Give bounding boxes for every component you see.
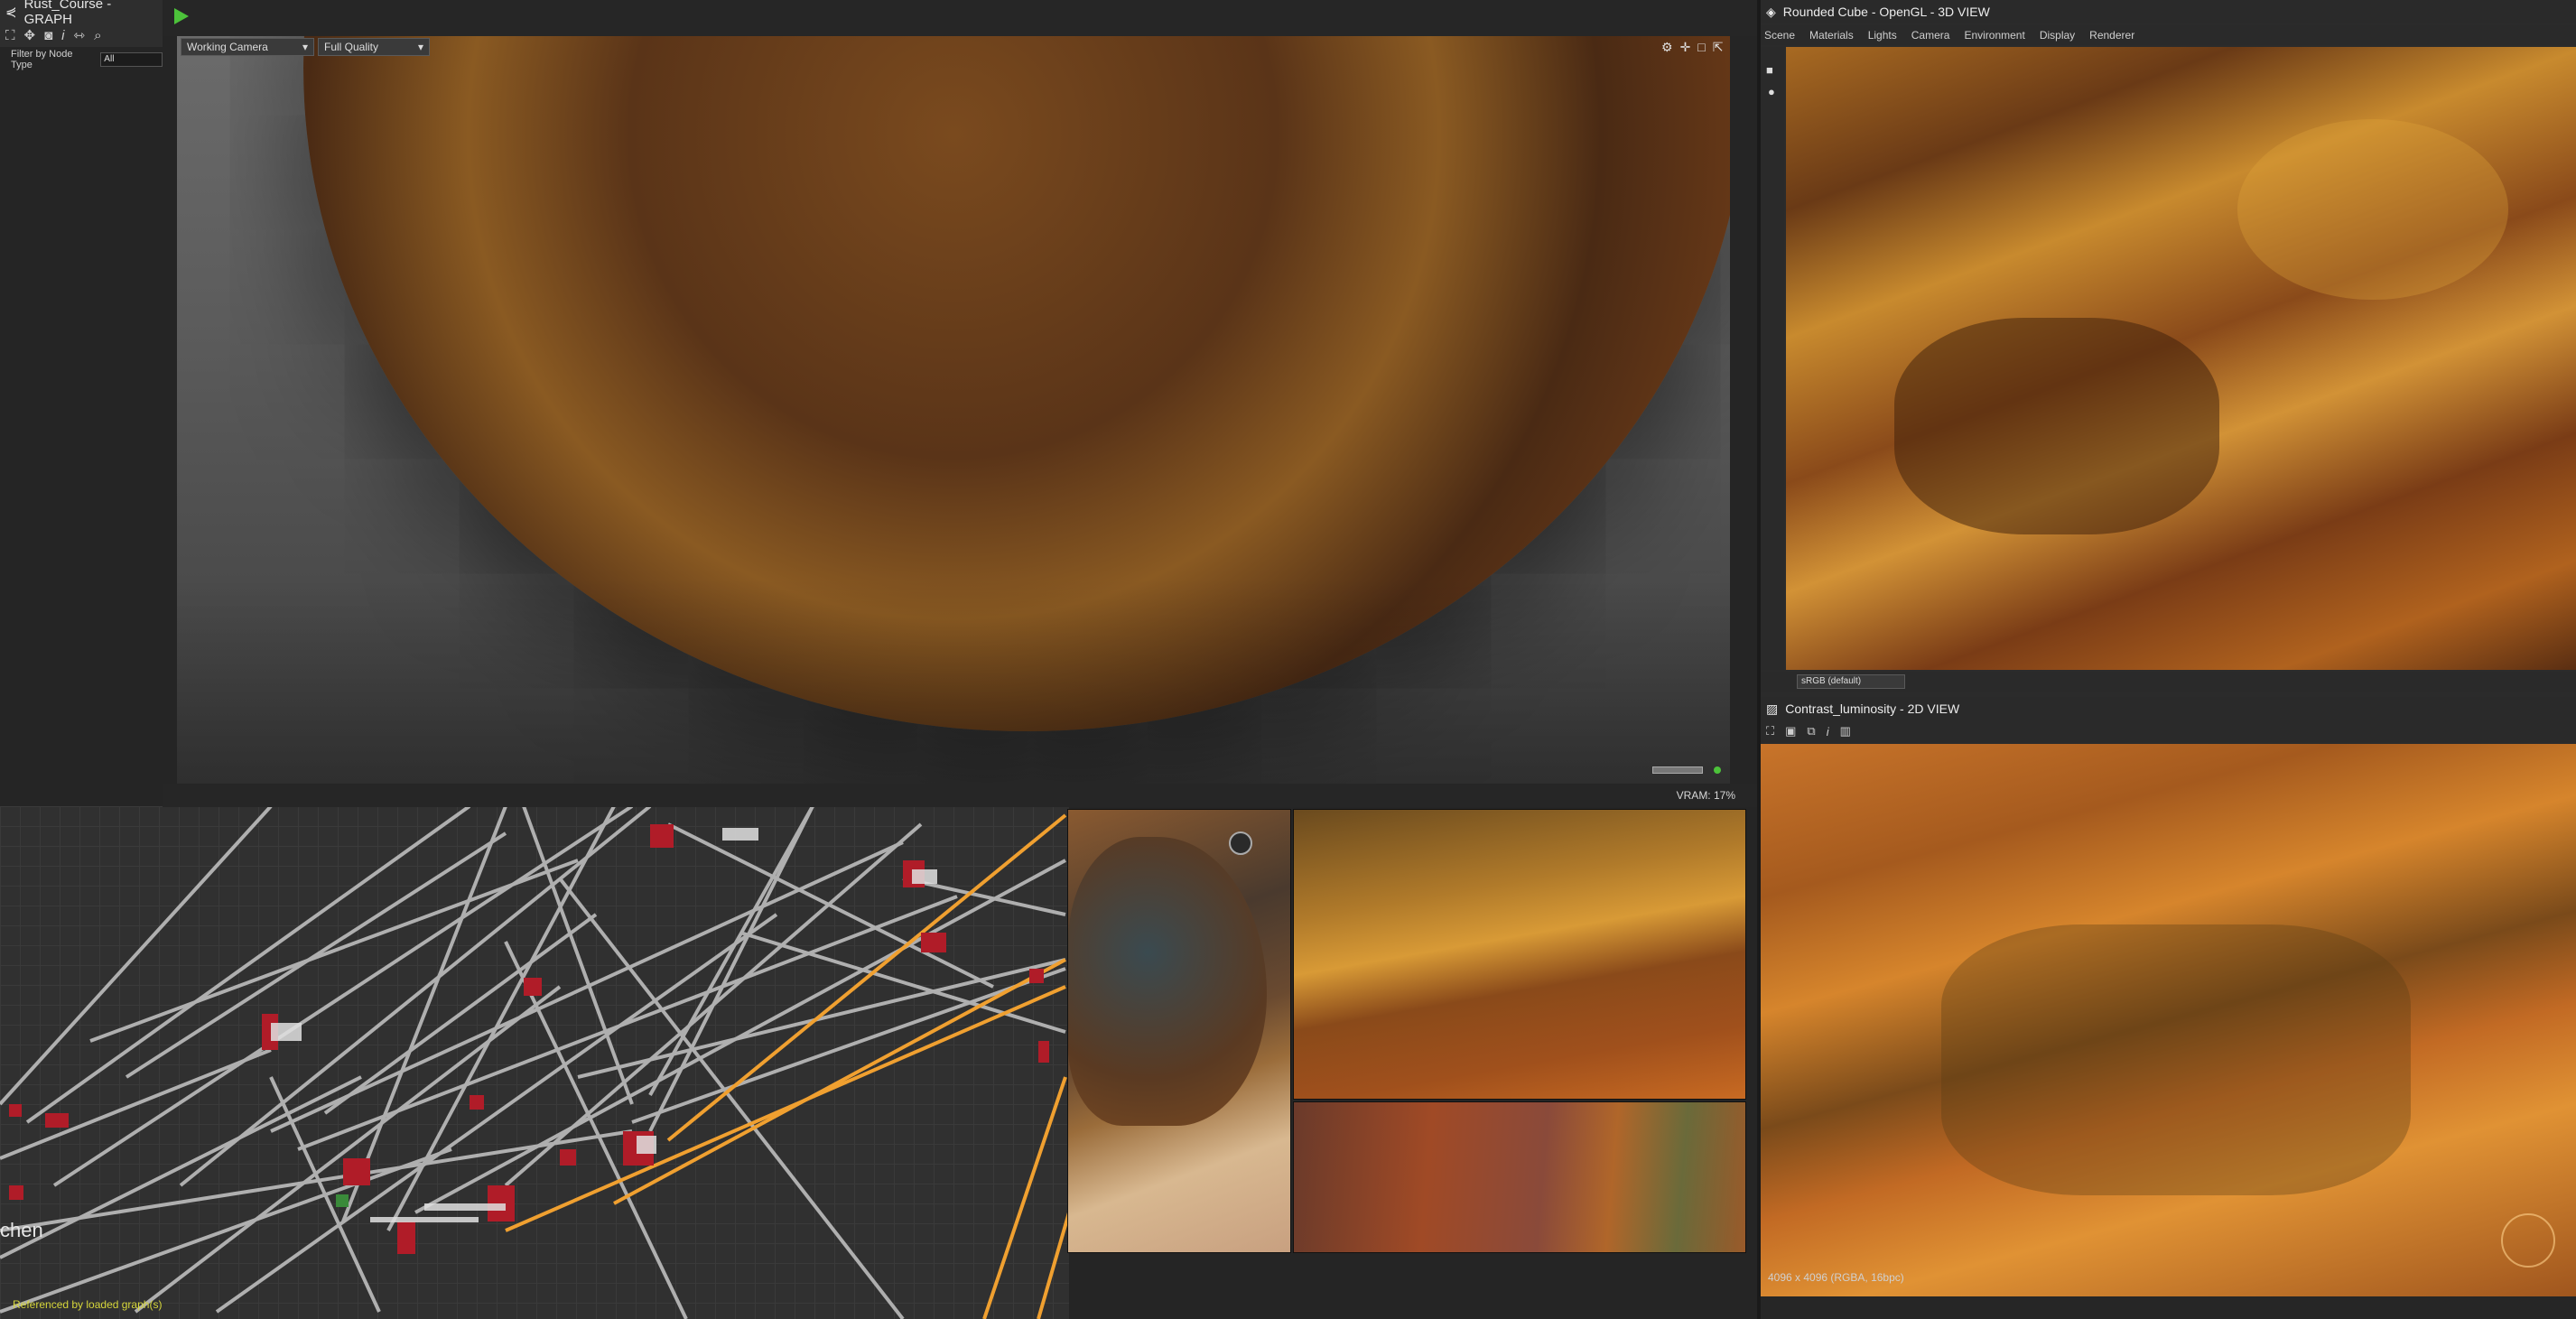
crosshair-icon[interactable]: ✛ <box>1680 40 1691 55</box>
search-icon[interactable]: ⌕ <box>94 28 101 43</box>
graph-toolbar: ⛶ ✥ ◙ i ⇿ ⌕ <box>0 23 163 47</box>
settings-icon[interactable]: ⚙ <box>1661 40 1673 55</box>
menu-lights[interactable]: Lights <box>1868 29 1897 42</box>
graph-frame-label: chen <box>0 1219 43 1241</box>
surface-crack <box>1894 318 2219 534</box>
status-indicator <box>1714 766 1721 774</box>
play-icon[interactable] <box>173 7 190 25</box>
2d-view-title: Contrast_luminosity - 2D VIEW <box>1785 701 1960 716</box>
camera-select-value: Working Camera <box>187 41 268 53</box>
camera-icon[interactable]: ◙ <box>44 28 52 43</box>
viewport-topbar <box>163 0 1757 36</box>
filter-select[interactable]: All <box>100 52 163 67</box>
texture-dark-patch <box>1941 924 2411 1195</box>
reference-badge-icon <box>1229 831 1252 855</box>
2d-view-toolbar: ⛶ ▣ ⧉ i ▥ <box>1761 720 2576 742</box>
vram-label: VRAM: 17% <box>1676 789 1735 802</box>
fit-icon[interactable]: ⛶ <box>1766 724 1774 738</box>
graph-icon: ⋞ <box>5 5 17 20</box>
graph-footer-status: Referenced by loaded graph(s) <box>13 1298 163 1311</box>
rust-patch <box>1068 837 1267 1126</box>
filter-row: Filter by Node Type All <box>0 49 163 70</box>
chevron-down-icon: ▾ <box>417 41 423 53</box>
3d-view-menu: Scene Materials Lights Camera Environmen… <box>1761 25 2576 45</box>
light-icon[interactable]: ● <box>1768 85 1775 98</box>
histogram-icon[interactable]: ▥ <box>1840 724 1851 738</box>
3d-view-canvas[interactable] <box>1786 47 2576 670</box>
menu-scene[interactable]: Scene <box>1764 29 1795 42</box>
menu-display[interactable]: Display <box>2040 29 2075 42</box>
copy-icon[interactable]: ⧉ <box>1807 724 1815 738</box>
reference-image-rust-grain <box>1293 1101 1746 1253</box>
progress-bar <box>1652 766 1703 774</box>
camera-select[interactable]: Working Camera ▾ <box>181 38 314 56</box>
info-icon[interactable]: i <box>61 28 64 43</box>
menu-camera[interactable]: Camera <box>1911 29 1950 42</box>
3d-view-titlebar: ◈ Rounded Cube - OpenGL - 3D VIEW <box>1761 0 2576 23</box>
reference-image-rust-plate <box>1067 809 1291 1253</box>
pan-icon[interactable]: ✥ <box>24 27 36 43</box>
menu-renderer[interactable]: Renderer <box>2089 29 2134 42</box>
2d-view-bottombar <box>1761 1296 2576 1319</box>
graph-canvas[interactable] <box>0 806 1069 1319</box>
filter-label: Filter by Node Type <box>11 49 73 70</box>
chevron-down-icon: ▾ <box>302 41 308 53</box>
square-icon[interactable]: □ <box>1697 40 1705 55</box>
menu-environment[interactable]: Environment <box>1964 29 2024 42</box>
viewport-tools: ⚙ ✛ □ ⇱ <box>1661 40 1724 55</box>
2d-view-titlebar: ▨ Contrast_luminosity - 2D VIEW <box>1761 697 2576 720</box>
camera-side-icon[interactable]: ■ <box>1766 63 1773 77</box>
graph-titlebar: ⋞ Rust_Course - GRAPH <box>0 0 163 27</box>
image-info: 4096 x 4096 (RGBA, 16bpc) <box>1768 1271 1904 1284</box>
reference-image-rust-flakes <box>1293 809 1746 1100</box>
texture-icon: ▨ <box>1766 701 1779 716</box>
cube-icon: ◈ <box>1766 4 1776 19</box>
3d-viewport[interactable] <box>177 36 1730 784</box>
link-icon[interactable]: ⇿ <box>74 27 86 43</box>
menu-materials[interactable]: Materials <box>1809 29 1854 42</box>
graph-wires <box>0 806 1069 1319</box>
ground-shadow <box>177 578 1730 784</box>
3d-view-title: Rounded Cube - OpenGL - 3D VIEW <box>1782 5 1990 19</box>
2d-view-canvas[interactable] <box>1761 744 2576 1296</box>
quality-select[interactable]: Full Quality ▾ <box>318 38 430 56</box>
popout-icon[interactable]: ⇱ <box>1713 40 1724 55</box>
colorspace-select[interactable]: sRGB (default) <box>1797 674 1905 689</box>
fit-icon[interactable]: ⛶ <box>5 28 15 43</box>
viewport-statusbar: VRAM: 17% <box>163 784 1757 807</box>
save-icon[interactable]: ▣ <box>1785 724 1796 738</box>
watermark-logo <box>2501 1213 2555 1268</box>
quality-select-value: Full Quality <box>324 41 379 53</box>
surface-highlight <box>2237 119 2508 300</box>
info-icon[interactable]: i <box>1827 725 1829 738</box>
3d-view-sidebar: ■ ● <box>1761 47 1784 670</box>
